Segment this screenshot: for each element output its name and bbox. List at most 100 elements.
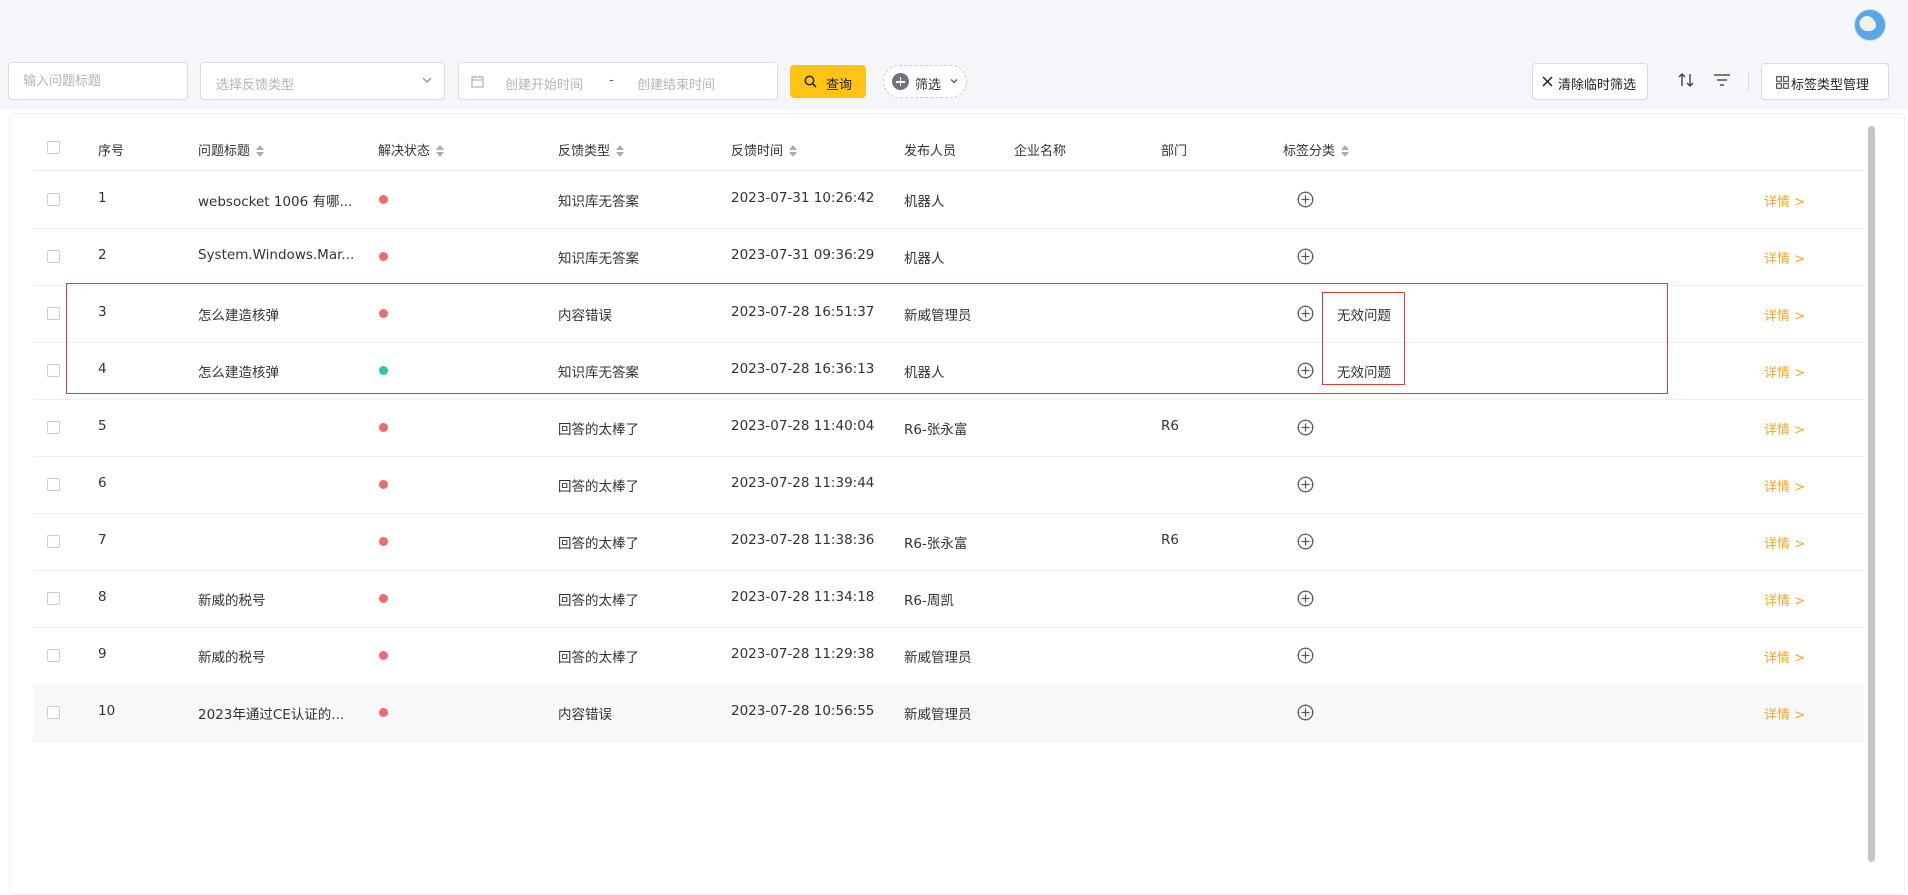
detail-link[interactable]: 详情 > — [1764, 191, 1805, 210]
add-tag-icon[interactable] — [1297, 590, 1314, 607]
sort-caret-icon[interactable] — [256, 144, 265, 157]
row-title[interactable]: 怎么建造核弹 — [198, 304, 358, 324]
row-feedback-type: 内容错误 — [558, 308, 612, 324]
filter-lines-icon[interactable] — [1713, 72, 1731, 88]
table-row[interactable]: 6 回答的太棒了 2023-07-28 11:39:44 详情 > — [33, 456, 1864, 514]
plus-circle-icon — [892, 73, 909, 90]
add-tag-icon[interactable] — [1297, 191, 1314, 208]
add-tag-icon[interactable] — [1297, 419, 1314, 436]
title-search-input[interactable] — [9, 63, 187, 99]
user-avatar[interactable] — [1854, 9, 1886, 41]
detail-link[interactable]: 详情 > — [1764, 476, 1805, 495]
add-tag-icon[interactable] — [1297, 248, 1314, 265]
sort-caret-icon[interactable] — [789, 144, 798, 157]
table-row[interactable]: 7 回答的太棒了 2023-07-28 11:38:36 R6-张永富 R6 详情 > — [33, 513, 1864, 571]
row-title[interactable]: 新威的税号 — [198, 646, 358, 666]
detail-link[interactable]: 详情 > — [1764, 419, 1805, 438]
start-date-input[interactable]: 创建开始时间 — [505, 74, 583, 93]
status-dot — [379, 309, 388, 318]
row-feedback-type: 回答的太棒了 — [558, 593, 639, 609]
feedback-type-select[interactable]: 选择反馈类型 — [200, 62, 445, 100]
row-checkbox[interactable] — [47, 535, 60, 548]
grid-icon — [1776, 76, 1789, 89]
sort-arrows-icon[interactable] — [1677, 71, 1695, 89]
detail-link[interactable]: 详情 > — [1764, 590, 1805, 609]
row-checkbox[interactable] — [47, 364, 60, 377]
col-time-header[interactable]: 反馈时间 — [731, 140, 798, 159]
row-feedback-type: 回答的太棒了 — [558, 422, 639, 438]
add-tag-icon[interactable] — [1297, 305, 1314, 322]
table-row[interactable]: 2 System.Windows.Mar... 知识库无答案 2023-07-31 0… — [33, 228, 1864, 286]
row-feedback-type: 回答的太棒了 — [558, 479, 639, 495]
col-index-header: 序号 — [98, 144, 125, 159]
row-index: 2 — [98, 247, 107, 263]
row-index: 3 — [98, 304, 107, 320]
row-publisher: R6-张永富 — [904, 536, 968, 552]
query-button[interactable]: 查询 — [790, 65, 866, 98]
col-type-header[interactable]: 反馈类型 — [558, 140, 625, 159]
detail-link[interactable]: 详情 > — [1764, 704, 1805, 723]
select-all-checkbox[interactable] — [47, 141, 60, 154]
add-tag-icon[interactable] — [1297, 647, 1314, 664]
detail-link[interactable]: 详情 > — [1764, 362, 1805, 381]
add-tag-icon[interactable] — [1297, 362, 1314, 379]
add-tag-icon[interactable] — [1297, 533, 1314, 550]
row-checkbox[interactable] — [47, 307, 60, 320]
row-checkbox[interactable] — [47, 421, 60, 434]
table-row[interactable]: 4 怎么建造核弹 知识库无答案 2023-07-28 16:36:13 机器人 无效问题 详… — [33, 342, 1864, 400]
row-checkbox[interactable] — [47, 649, 60, 662]
col-status-header[interactable]: 解决状态 — [378, 140, 445, 159]
row-checkbox[interactable] — [47, 478, 60, 491]
row-checkbox[interactable] — [47, 250, 60, 263]
filter-button[interactable]: 筛选 — [883, 65, 967, 98]
search-icon — [804, 75, 817, 88]
date-separator: - — [609, 73, 614, 88]
col-tag-header[interactable]: 标签分类 — [1283, 140, 1350, 159]
detail-link[interactable]: 详情 > — [1764, 248, 1805, 267]
table-row[interactable]: 9 新威的税号 回答的太棒了 2023-07-28 11:29:38 新威管理员 详情 > — [33, 627, 1864, 685]
add-tag-icon[interactable] — [1297, 476, 1314, 493]
row-dept: R6 — [1161, 418, 1179, 434]
status-dot — [379, 366, 388, 375]
status-dot — [379, 651, 388, 660]
table-row[interactable]: 5 回答的太棒了 2023-07-28 11:40:04 R6-张永富 R6 详情 > — [33, 399, 1864, 457]
vertical-scrollbar[interactable] — [1868, 126, 1875, 862]
add-tag-icon[interactable] — [1297, 704, 1314, 721]
row-title[interactable]: websocket 1006 有哪... — [198, 190, 358, 210]
row-index: 4 — [98, 361, 107, 377]
col-title-header[interactable]: 问题标题 — [198, 140, 265, 159]
table-row[interactable]: 8 新威的税号 回答的太棒了 2023-07-28 11:34:18 R6-周凯 详情 > — [33, 570, 1864, 628]
row-index: 6 — [98, 475, 107, 491]
row-feedback-time: 2023-07-31 10:26:42 — [731, 190, 875, 206]
row-checkbox[interactable] — [47, 706, 60, 719]
row-title[interactable]: 新威的税号 — [198, 589, 358, 609]
clear-temp-filter-label: 清除临时筛选 — [1558, 78, 1637, 93]
row-checkbox[interactable] — [47, 592, 60, 605]
end-date-input[interactable]: 创建结束时间 — [637, 74, 715, 93]
detail-link[interactable]: 详情 > — [1764, 647, 1805, 666]
sort-caret-icon[interactable] — [436, 144, 445, 157]
table-row[interactable]: 3 怎么建造核弹 内容错误 2023-07-28 16:51:37 新威管理员 无效问题 详… — [33, 285, 1864, 343]
table-row[interactable]: 1 websocket 1006 有哪... 知识库无答案 2023-07-31 10… — [33, 171, 1864, 229]
chevron-down-icon — [422, 77, 432, 83]
tag-type-manage-button[interactable]: 标签类型管理 — [1761, 63, 1889, 100]
row-title[interactable]: System.Windows.Mar... — [198, 247, 358, 263]
sort-caret-icon[interactable] — [616, 144, 625, 157]
sort-caret-icon[interactable] — [1341, 144, 1350, 157]
row-publisher: R6-张永富 — [904, 422, 968, 438]
date-range-picker[interactable]: 创建开始时间 - 创建结束时间 — [458, 62, 778, 100]
row-feedback-time: 2023-07-28 11:29:38 — [731, 646, 875, 662]
row-title[interactable]: 怎么建造核弹 — [198, 361, 358, 381]
row-feedback-time: 2023-07-28 11:39:44 — [731, 475, 875, 491]
table-row[interactable]: 10 2023年通过CE认证的... 内容错误 2023-07-28 10:56:55… — [33, 684, 1864, 742]
detail-link[interactable]: 详情 > — [1764, 533, 1805, 552]
status-dot — [379, 708, 388, 717]
title-search-field[interactable] — [8, 62, 188, 100]
close-icon — [1542, 76, 1553, 87]
detail-link[interactable]: 详情 > — [1764, 305, 1805, 324]
toolbar-divider — [1748, 72, 1749, 90]
row-title[interactable]: 2023年通过CE认证的... — [198, 703, 358, 723]
clear-temp-filter-button[interactable]: 清除临时筛选 — [1532, 63, 1648, 100]
row-checkbox[interactable] — [47, 193, 60, 206]
row-publisher: 机器人 — [904, 251, 945, 267]
